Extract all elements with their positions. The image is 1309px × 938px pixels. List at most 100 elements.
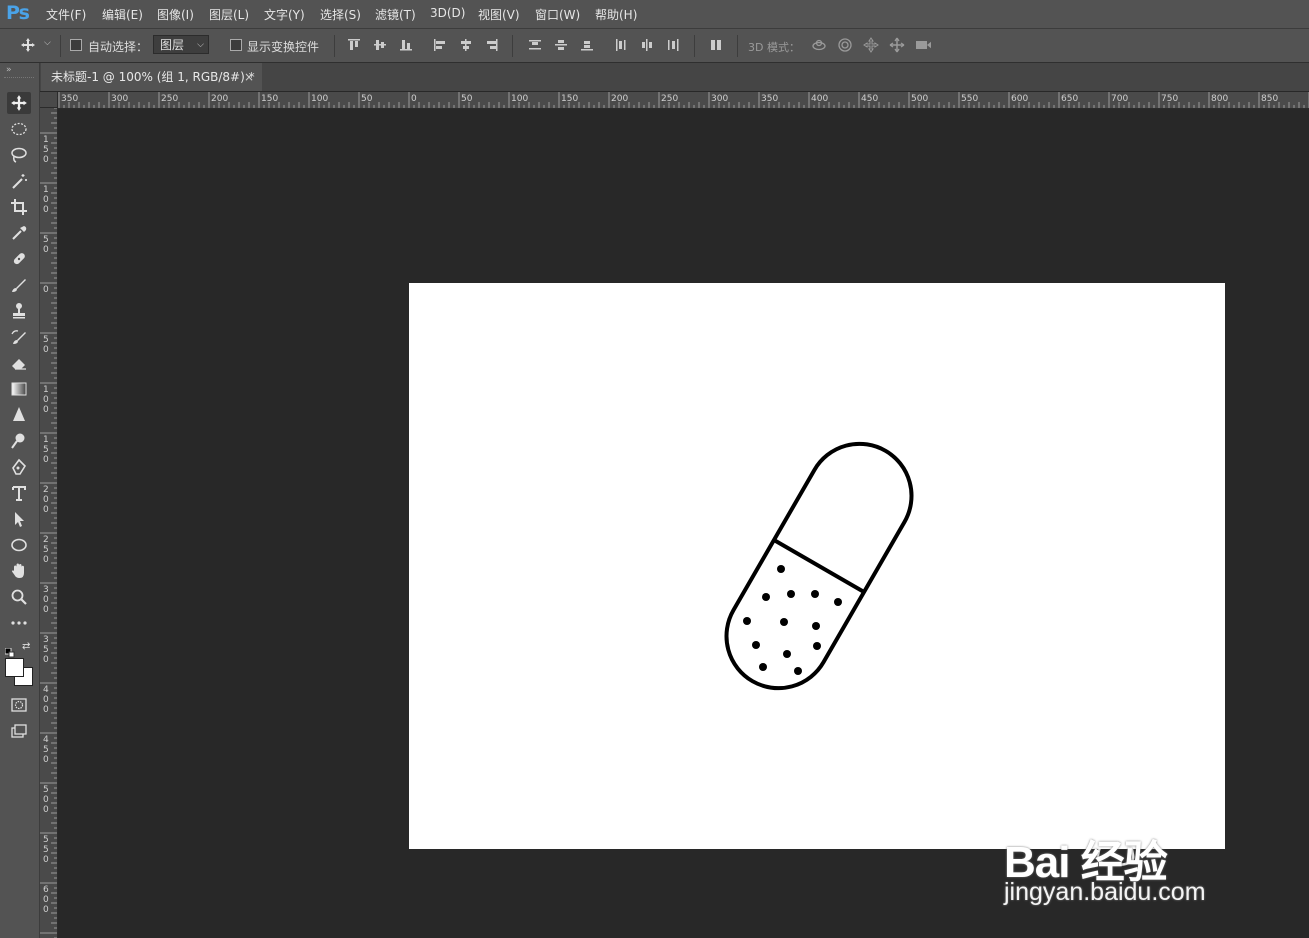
elliptical-marquee-icon[interactable] — [7, 118, 31, 140]
path-selection-icon[interactable] — [7, 508, 31, 530]
3d-roll-icon[interactable] — [837, 37, 853, 53]
auto-align-layers-icon[interactable] — [708, 37, 724, 53]
chevron-down-icon: ⌵ — [197, 40, 204, 50]
ruler-label: 800 — [1211, 94, 1229, 104]
ruler-label: 200 — [211, 94, 229, 104]
distribute-top-icon[interactable] — [527, 37, 543, 53]
menu-type[interactable]: 文字(Y) — [264, 6, 305, 23]
tools-panel: » ⇄ — [0, 63, 40, 938]
ruler-label: 500 — [43, 785, 49, 815]
document-tab-bar: 未标题-1 @ 100% (组 1, RGB/8#) * × — [40, 63, 1309, 91]
align-bottom-icon[interactable] — [398, 37, 414, 53]
ruler-label: 100 — [43, 385, 49, 415]
ruler-label: 550 — [43, 835, 49, 865]
ruler-label: 850 — [1261, 94, 1279, 104]
toolbar-grip[interactable] — [4, 77, 34, 80]
blur-icon[interactable] — [7, 404, 31, 426]
document-tab[interactable]: 未标题-1 @ 100% (组 1, RGB/8#) * × — [41, 63, 262, 91]
hand-icon[interactable] — [7, 560, 31, 582]
close-icon[interactable]: × — [244, 63, 254, 91]
menu-filter[interactable]: 滤镜(T) — [375, 6, 416, 23]
document-tab-title: 未标题-1 @ 100% (组 1, RGB/8#) * — [51, 70, 255, 84]
show-transform-checkbox[interactable] — [230, 39, 242, 51]
quick-mask-icon[interactable] — [7, 694, 31, 716]
move-tool-icon[interactable] — [20, 37, 36, 53]
horizontal-ruler[interactable]: 350 300 250 200 150 100 50 0 50 100 150 200 250 300 35… — [58, 92, 1309, 109]
collapse-toolbar-icon[interactable]: » — [6, 65, 12, 75]
separator — [334, 35, 335, 57]
ruler-label: 500 — [911, 94, 929, 104]
auto-select-checkbox[interactable] — [70, 39, 82, 51]
menu-image[interactable]: 图像(I) — [157, 6, 194, 23]
gradient-icon[interactable] — [7, 378, 31, 400]
distribute-bottom-icon[interactable] — [579, 37, 595, 53]
magic-wand-icon[interactable] — [7, 170, 31, 192]
ruler-label: 250 — [43, 535, 49, 565]
menu-select[interactable]: 选择(S) — [320, 6, 361, 23]
ruler-label: 700 — [1111, 94, 1129, 104]
3d-mode-label: 3D 模式： — [748, 41, 800, 54]
ruler-label: 250 — [661, 94, 679, 104]
ruler-label: 300 — [711, 94, 729, 104]
ruler-label: 100 — [311, 94, 329, 104]
ellipse-shape-icon[interactable] — [7, 534, 31, 556]
more-tools-icon[interactable] — [7, 612, 31, 634]
foreground-color-swatch[interactable] — [5, 658, 24, 677]
menu-bar: Ps 文件(F) 编辑(E) 图像(I) 图层(L) 文字(Y) 选择(S) 滤… — [0, 0, 1309, 29]
clone-stamp-icon[interactable] — [7, 300, 31, 322]
ruler-label: 200 — [43, 485, 49, 515]
align-horizontal-center-icon[interactable] — [458, 37, 474, 53]
menu-window[interactable]: 窗口(W) — [535, 6, 580, 23]
align-top-icon[interactable] — [346, 37, 362, 53]
vertical-ruler[interactable]: 1501005005010015020025030035040045050055… — [40, 108, 58, 938]
swap-colors-icon[interactable]: ⇄ — [22, 641, 30, 652]
ruler-label: 650 — [1061, 94, 1079, 104]
ruler-label: 600 — [1011, 94, 1029, 104]
auto-select-value: 图层 — [160, 38, 185, 52]
ruler-label: 400 — [43, 685, 49, 715]
distribute-left-icon[interactable] — [613, 37, 629, 53]
distribute-vertical-center-icon[interactable] — [553, 37, 569, 53]
ruler-label: 350 — [761, 94, 779, 104]
3d-camera-icon[interactable] — [915, 37, 931, 53]
align-left-icon[interactable] — [432, 37, 448, 53]
healing-brush-icon[interactable] — [7, 248, 31, 270]
ruler-label: 350 — [43, 635, 49, 665]
document-canvas[interactable] — [409, 283, 1225, 849]
crop-icon[interactable] — [7, 196, 31, 218]
eyedropper-icon[interactable] — [7, 222, 31, 244]
menu-help[interactable]: 帮助(H) — [595, 6, 637, 23]
ruler-label: 250 — [161, 94, 179, 104]
3d-pan-icon[interactable] — [863, 37, 879, 53]
tool-preset-caret-icon[interactable]: ⌵ — [44, 38, 51, 48]
ruler-label: 200 — [611, 94, 629, 104]
move-tool-icon[interactable] — [7, 92, 31, 114]
menu-3d[interactable]: 3D(D) — [430, 6, 465, 20]
zoom-icon[interactable] — [7, 586, 31, 608]
lasso-icon[interactable] — [7, 144, 31, 166]
3d-orbit-icon[interactable] — [811, 37, 827, 53]
ruler-label: 150 — [261, 94, 279, 104]
distribute-right-icon[interactable] — [665, 37, 681, 53]
menu-view[interactable]: 视图(V) — [478, 6, 520, 23]
auto-select-dropdown[interactable]: 图层 ⌵ — [153, 35, 209, 54]
pen-icon[interactable] — [7, 456, 31, 478]
ruler-origin[interactable] — [40, 92, 58, 108]
distribute-horizontal-center-icon[interactable] — [639, 37, 655, 53]
brush-icon[interactable] — [7, 274, 31, 296]
eraser-icon[interactable] — [7, 352, 31, 374]
color-swatches[interactable] — [5, 658, 33, 686]
menu-edit[interactable]: 编辑(E) — [102, 6, 143, 23]
show-transform-label: 显示变换控件 — [247, 40, 320, 54]
dodge-icon[interactable] — [7, 430, 31, 452]
screen-mode-icon[interactable] — [7, 720, 31, 742]
menu-layer[interactable]: 图层(L) — [209, 6, 249, 23]
type-icon[interactable] — [7, 482, 31, 504]
3d-slide-icon[interactable] — [889, 37, 905, 53]
align-vertical-center-icon[interactable] — [372, 37, 388, 53]
menu-file[interactable]: 文件(F) — [46, 6, 86, 23]
ruler-label: 150 — [43, 135, 49, 165]
ruler-label: 50 — [43, 235, 49, 255]
align-right-icon[interactable] — [484, 37, 500, 53]
history-brush-icon[interactable] — [7, 326, 31, 348]
